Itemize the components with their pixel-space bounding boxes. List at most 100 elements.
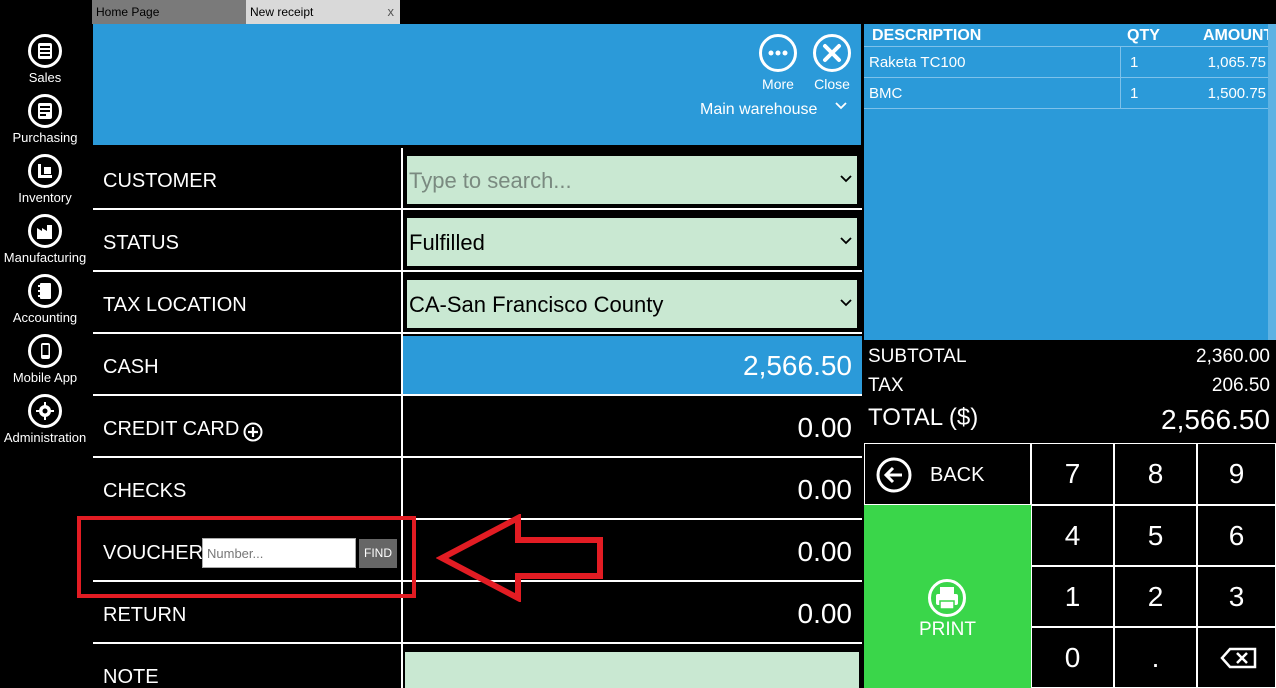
add-credit-card-icon[interactable] — [243, 422, 263, 442]
receipt-header: More Close Main warehouse — [93, 24, 861, 145]
key-4[interactable]: 4 — [1031, 505, 1114, 566]
cash-row-label: CASH — [93, 336, 401, 396]
tab-new-receipt-label: New receipt — [250, 5, 314, 19]
chevron-down-icon[interactable] — [834, 99, 848, 116]
nav-administration[interactable]: Administration — [0, 394, 90, 454]
nav-manufacturing[interactable]: Manufacturing — [0, 214, 90, 274]
accounting-icon — [28, 274, 62, 308]
key-8[interactable]: 8 — [1114, 443, 1197, 505]
sales-icon — [28, 34, 62, 68]
print-label: PRINT — [919, 619, 976, 640]
checks-amount-field[interactable]: 0.00 — [403, 460, 862, 520]
note-field-cell — [403, 646, 862, 688]
nav-mobile-app[interactable]: Mobile App — [0, 334, 90, 394]
key-3[interactable]: 3 — [1197, 566, 1276, 627]
nav-manufacturing-label: Manufacturing — [3, 250, 87, 265]
chevron-down-icon — [840, 299, 852, 307]
backspace-icon — [1220, 647, 1257, 669]
customer-placeholder: Type to search... — [409, 168, 572, 193]
key-6[interactable]: 6 — [1197, 505, 1276, 566]
tab-new-receipt[interactable]: New receipt x — [246, 0, 400, 24]
nav-accounting[interactable]: Accounting — [0, 274, 90, 334]
column-header-description: DESCRIPTION — [872, 27, 982, 44]
inventory-icon — [28, 154, 62, 188]
key-9[interactable]: 9 — [1197, 443, 1276, 505]
note-label: NOTE — [103, 666, 159, 688]
tax-label: TAX — [868, 375, 904, 396]
back-button[interactable]: BACK — [864, 443, 1031, 505]
nav-inventory[interactable]: Inventory — [0, 154, 90, 214]
chevron-down-icon — [840, 237, 852, 245]
print-button[interactable]: PRINT — [864, 505, 1031, 688]
close-label: Close — [814, 76, 850, 92]
credit-card-row-label: CREDIT CARD — [93, 398, 401, 458]
items-scrollbar[interactable] — [1268, 24, 1276, 340]
subtotal-value: 2,360.00 — [1196, 346, 1270, 367]
total-value: 2,566.50 — [1161, 404, 1270, 435]
customer-label: CUSTOMER — [103, 170, 218, 192]
nav-accounting-label: Accounting — [12, 310, 78, 325]
tax-value: 206.50 — [1211, 375, 1270, 396]
return-amount: 0.00 — [797, 598, 853, 629]
manufacturing-icon — [28, 214, 62, 248]
arrow-left-circle-icon — [876, 457, 912, 493]
status-select[interactable]: Fulfilled — [405, 216, 859, 268]
tab-bar: Home Page New receipt x — [90, 0, 1276, 24]
tax-location-select[interactable]: CA-San Francisco County — [405, 278, 859, 330]
checks-row-label: CHECKS — [93, 460, 401, 520]
credit-card-amount: 0.00 — [797, 412, 853, 443]
tax-location-field-cell: CA-San Francisco County — [403, 274, 862, 334]
item-amount: 1,065.75 — [1207, 54, 1266, 71]
tax-location-label: TAX LOCATION — [103, 294, 247, 316]
nav-inventory-label: Inventory — [18, 190, 72, 205]
key-2[interactable]: 2 — [1114, 566, 1197, 627]
key-decimal[interactable]: . — [1114, 627, 1197, 688]
key-1[interactable]: 1 — [1031, 566, 1114, 627]
printer-icon — [928, 579, 966, 617]
note-input[interactable] — [405, 652, 859, 688]
note-row-label: NOTE — [93, 646, 401, 688]
nav-sales-label: Sales — [28, 70, 62, 85]
purchasing-icon — [28, 94, 62, 128]
key-5[interactable]: 5 — [1114, 505, 1197, 566]
item-description: BMC — [869, 85, 903, 102]
close-button[interactable]: Close — [807, 34, 857, 92]
cash-label: CASH — [103, 356, 159, 378]
key-0[interactable]: 0 — [1031, 627, 1114, 688]
tab-close-icon[interactable]: x — [388, 0, 395, 24]
checks-amount: 0.00 — [797, 474, 853, 505]
customer-row-label: CUSTOMER — [93, 150, 401, 210]
tax-location-value: CA-San Francisco County — [409, 292, 664, 317]
return-label: RETURN — [103, 604, 187, 626]
nav-purchasing-label: Purchasing — [12, 130, 78, 145]
item-qty: 1 — [1130, 85, 1139, 102]
backspace-key[interactable] — [1197, 627, 1276, 688]
item-description: Raketa TC100 — [869, 54, 966, 71]
warehouse-select[interactable]: Main warehouse — [700, 101, 817, 119]
checks-label: CHECKS — [103, 480, 187, 502]
totals-panel: SUBTOTAL 2,360.00 TAX 206.50 TOTAL ($) 2… — [864, 340, 1276, 442]
credit-card-label: CREDIT CARD — [103, 418, 240, 440]
more-label: More — [762, 76, 794, 92]
table-row[interactable]: Raketa TC100 1 1,065.75 — [864, 47, 1274, 78]
customer-select[interactable]: Type to search... — [405, 154, 859, 206]
back-label: BACK — [930, 464, 985, 486]
more-button[interactable]: More — [753, 34, 803, 92]
column-header-amount: AMOUNT — [1203, 27, 1274, 44]
nav-sales[interactable]: Sales — [0, 34, 90, 94]
close-icon — [813, 34, 851, 72]
chevron-down-icon — [840, 175, 852, 183]
item-qty: 1 — [1130, 54, 1139, 71]
total-label: TOTAL ($) — [868, 404, 979, 431]
receipt-items-panel: DESCRIPTION QTY AMOUNT Raketa TC100 1 1,… — [864, 24, 1276, 340]
status-field-cell: Fulfilled — [403, 212, 862, 272]
item-amount: 1,500.75 — [1207, 85, 1266, 102]
nav-purchasing[interactable]: Purchasing — [0, 94, 90, 154]
table-row[interactable]: BMC 1 1,500.75 — [864, 78, 1274, 109]
cash-amount-field[interactable]: 2,566.50 — [403, 336, 862, 396]
credit-card-amount-field[interactable]: 0.00 — [403, 398, 862, 458]
status-label: STATUS — [103, 232, 179, 254]
nav-administration-label: Administration — [3, 430, 87, 445]
tab-home-page[interactable]: Home Page — [92, 0, 246, 24]
key-7[interactable]: 7 — [1031, 443, 1114, 505]
